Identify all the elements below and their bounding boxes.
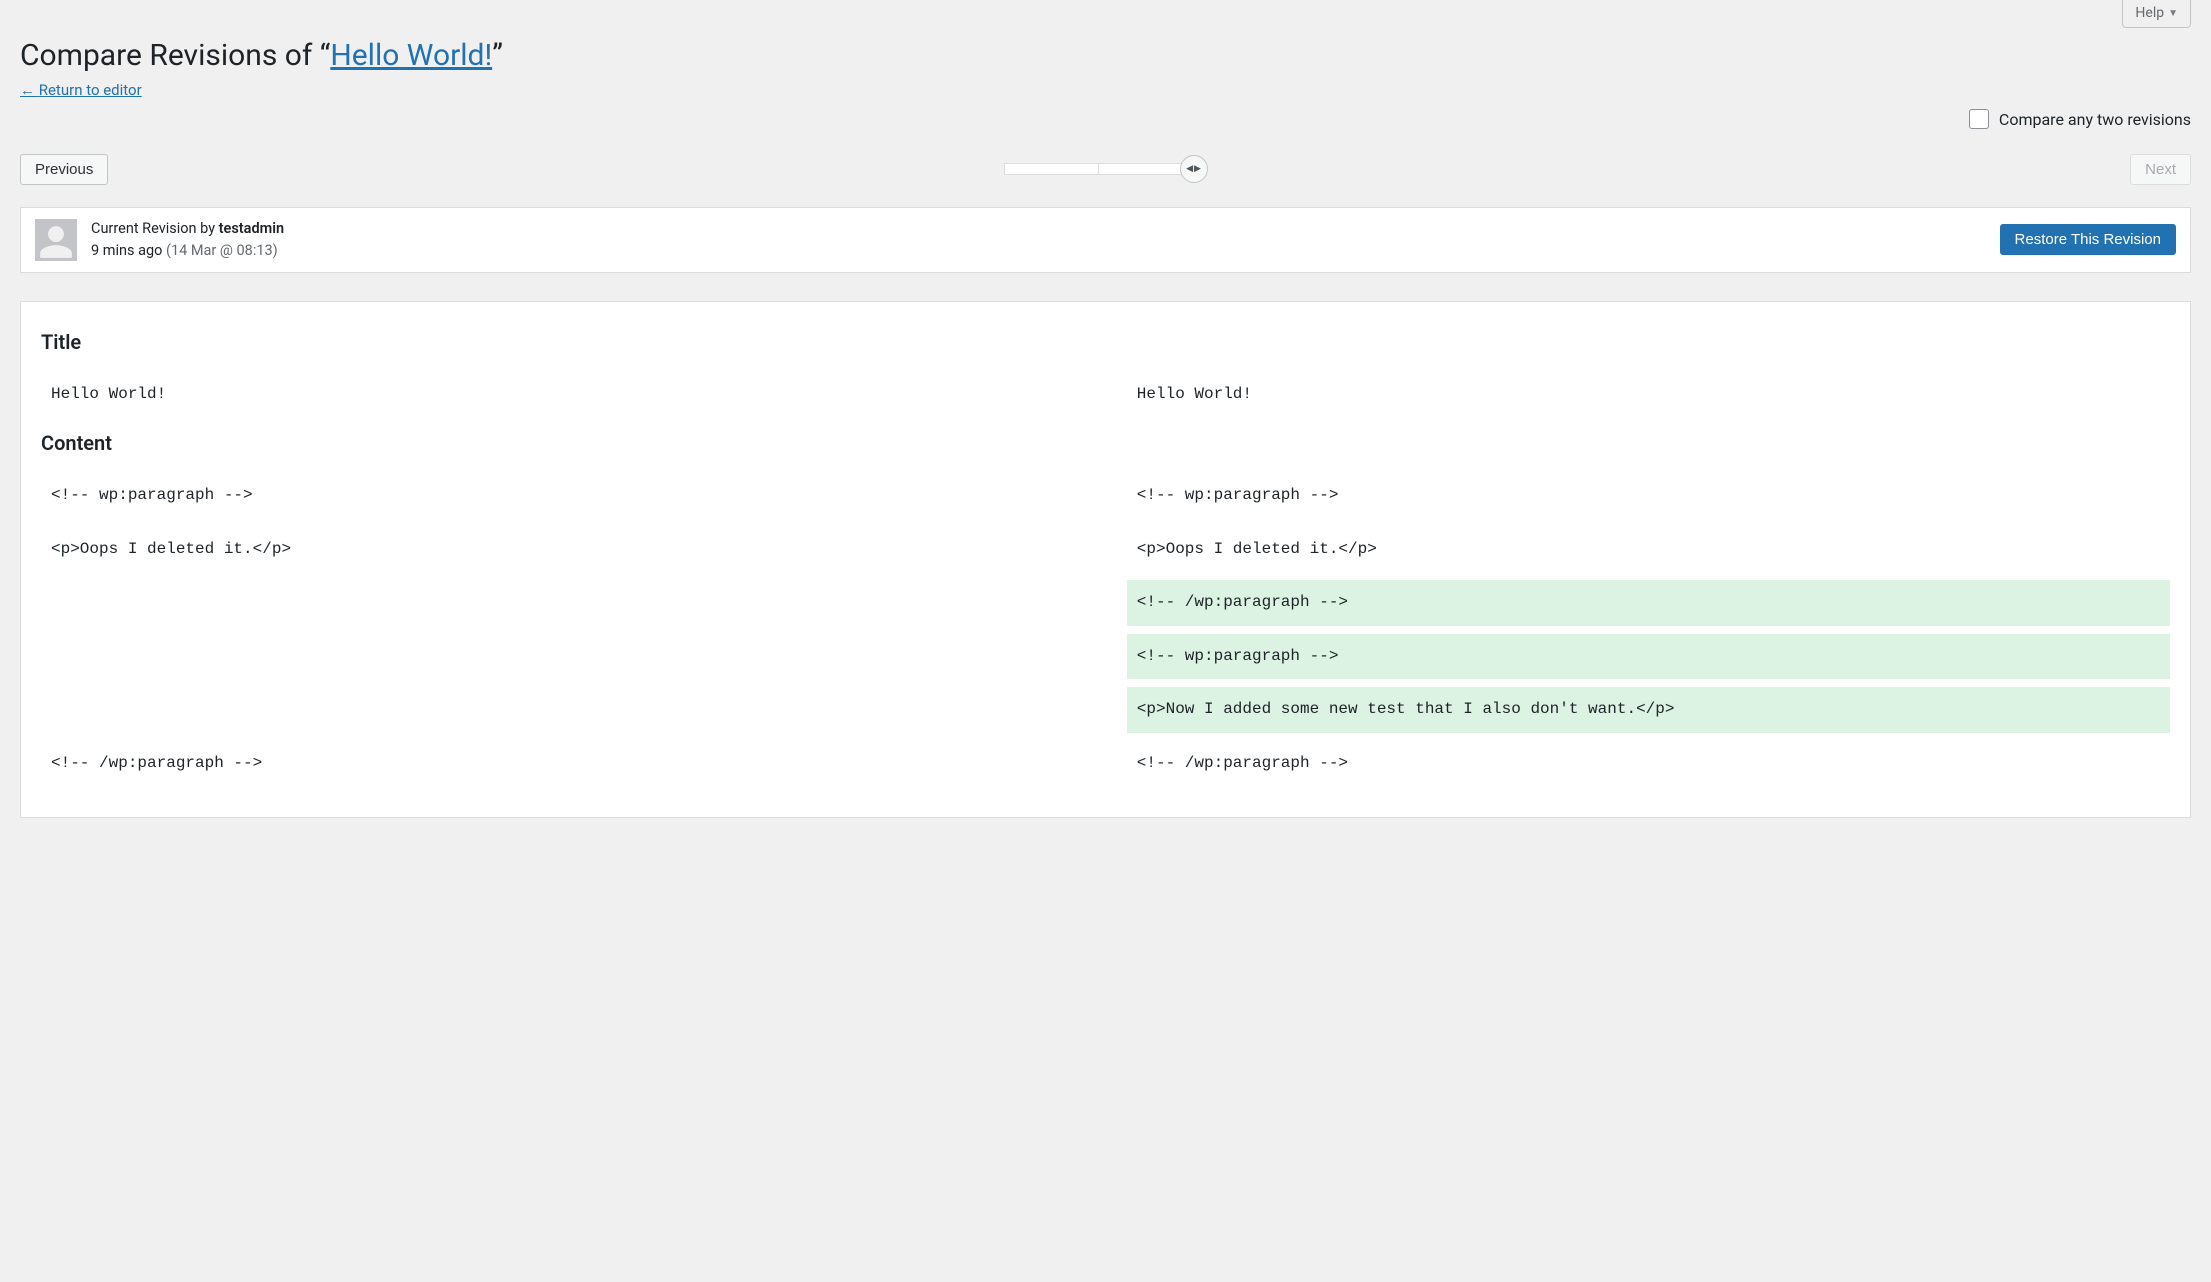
arrow-right-icon: ▶ bbox=[1194, 165, 1201, 174]
previous-button[interactable]: Previous bbox=[20, 154, 108, 185]
page-title-suffix: ” bbox=[492, 38, 503, 73]
revision-absolute-time: (14 Mar @ 08:13) bbox=[166, 242, 278, 259]
section-content-heading: Content bbox=[41, 431, 2170, 455]
table-row: <!-- wp:paragraph --> <!-- wp:paragraph -… bbox=[41, 473, 2170, 519]
revision-slider[interactable]: ◀ ▶ bbox=[1004, 155, 1208, 183]
page-title: Compare Revisions of “Hello World!” bbox=[20, 36, 2191, 75]
table-row bbox=[41, 626, 2170, 634]
compare-two-checkbox[interactable] bbox=[1969, 109, 1989, 129]
diff-left-cell: Hello World! bbox=[41, 372, 1084, 418]
table-row bbox=[41, 733, 2170, 741]
diff-panel: Title Hello World! Hello World! Content … bbox=[20, 301, 2191, 818]
table-row: <!-- /wp:paragraph --> bbox=[41, 580, 2170, 626]
slider-handle[interactable]: ◀ ▶ bbox=[1180, 155, 1208, 183]
help-tab-label: Help bbox=[2135, 5, 2164, 21]
diff-right-cell: <!-- wp:paragraph --> bbox=[1127, 634, 2170, 680]
return-to-editor-link[interactable]: ← Return to editor bbox=[20, 81, 142, 99]
slider-track bbox=[1004, 163, 1194, 175]
table-row bbox=[41, 572, 2170, 580]
page-title-prefix: Compare Revisions of “ bbox=[20, 38, 330, 73]
diff-right-cell: <!-- wp:paragraph --> bbox=[1127, 473, 2170, 519]
diff-left-cell bbox=[41, 580, 1084, 626]
table-row: Hello World! Hello World! bbox=[41, 372, 2170, 418]
diff-left-cell: <!-- /wp:paragraph --> bbox=[41, 741, 1084, 787]
diff-right-cell: <p>Now I added some new test that I also… bbox=[1127, 687, 2170, 733]
post-title-link[interactable]: Hello World! bbox=[330, 38, 492, 73]
table-row: <p>Oops I deleted it.</p> <p>Oops I delet… bbox=[41, 527, 2170, 573]
section-title-heading: Title bbox=[41, 330, 2170, 354]
arrow-left-icon: ← bbox=[20, 81, 35, 99]
revision-by-prefix: Current Revision by bbox=[91, 220, 215, 237]
diff-content-table: <!-- wp:paragraph --> <!-- wp:paragraph -… bbox=[41, 473, 2170, 787]
diff-left-cell: <p>Oops I deleted it.</p> bbox=[41, 527, 1084, 573]
diff-right-cell: Hello World! bbox=[1127, 372, 2170, 418]
avatar bbox=[35, 219, 77, 261]
diff-left-cell bbox=[41, 687, 1084, 733]
diff-right-cell: <!-- /wp:paragraph --> bbox=[1127, 580, 2170, 626]
help-tab[interactable]: Help ▼ bbox=[2122, 0, 2191, 28]
table-row: <p>Now I added some new test that I also… bbox=[41, 687, 2170, 733]
revision-author: testadmin bbox=[219, 220, 284, 237]
diff-left-cell: <!-- wp:paragraph --> bbox=[41, 473, 1084, 519]
revision-ago: 9 mins ago bbox=[91, 242, 162, 259]
table-row bbox=[41, 679, 2170, 687]
table-row bbox=[41, 519, 2170, 527]
arrow-left-icon: ◀ bbox=[1186, 165, 1193, 174]
diff-right-cell: <p>Oops I deleted it.</p> bbox=[1127, 527, 2170, 573]
next-button: Next bbox=[2130, 154, 2191, 185]
table-row: <!-- wp:paragraph --> bbox=[41, 634, 2170, 680]
diff-right-cell: <!-- /wp:paragraph --> bbox=[1127, 741, 2170, 787]
diff-title-table: Hello World! Hello World! bbox=[41, 372, 2170, 418]
chevron-down-icon: ▼ bbox=[2168, 8, 2178, 19]
revision-meta-bar: Current Revision by testadmin 9 mins ago… bbox=[20, 207, 2191, 273]
person-icon bbox=[37, 223, 75, 261]
compare-two-label: Compare any two revisions bbox=[1999, 110, 2191, 129]
return-label: Return to editor bbox=[39, 81, 142, 99]
table-row: <!-- /wp:paragraph --> <!-- /wp:paragraph… bbox=[41, 741, 2170, 787]
restore-revision-button[interactable]: Restore This Revision bbox=[2000, 224, 2176, 255]
diff-left-cell bbox=[41, 634, 1084, 680]
